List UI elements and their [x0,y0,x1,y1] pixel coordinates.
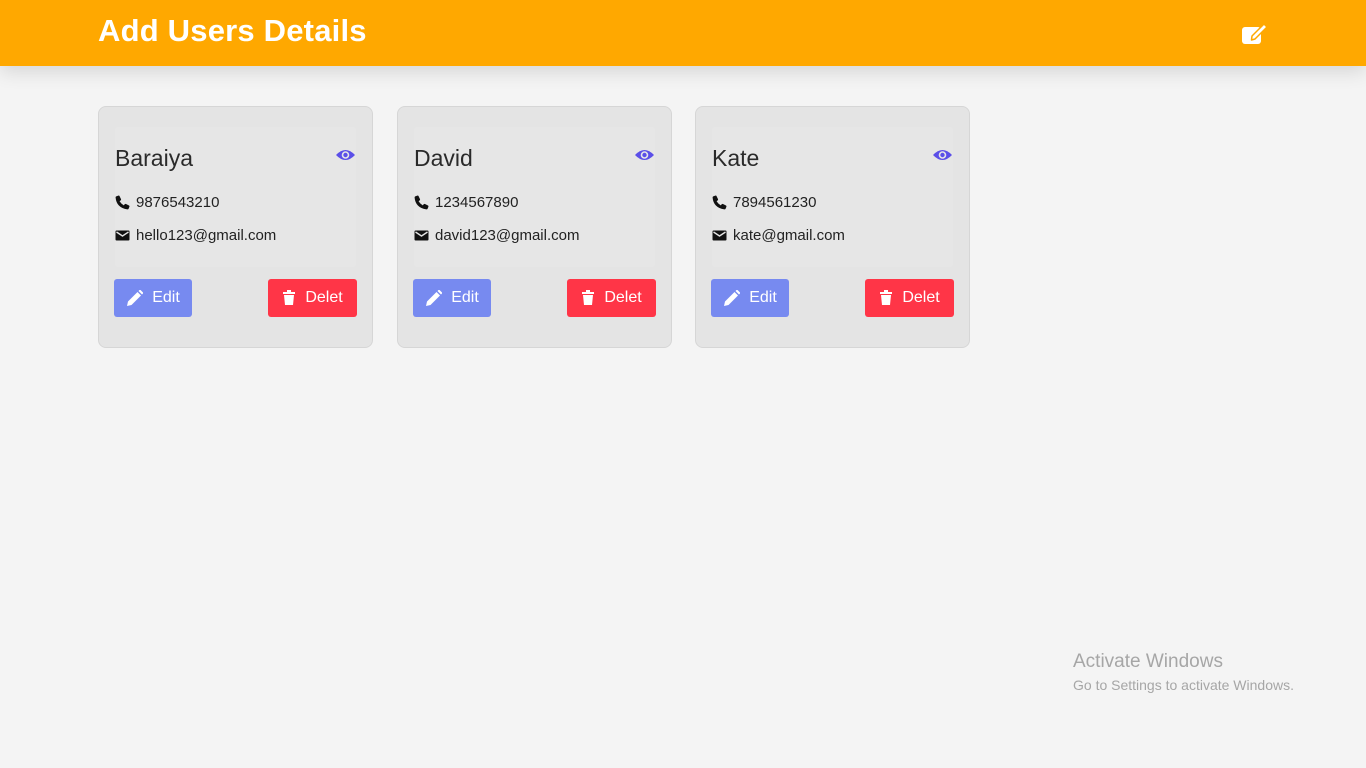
delete-button[interactable]: Delet [865,279,954,317]
delete-button[interactable]: Delet [567,279,656,317]
trash-icon [880,290,893,305]
user-name: Baraiya [115,145,193,171]
phone-number: 7894561230 [733,193,817,211]
edit-button[interactable]: Edit [711,279,789,317]
pencil-icon [127,289,144,306]
phone-row: 7894561230 [712,192,816,212]
email-row: kate@gmail.com [712,225,845,245]
delete-button[interactable]: Delet [268,279,357,317]
user-card: David 1234567890 david123@gmail.com Edit… [397,106,672,348]
pencil-icon [724,289,741,306]
phone-row: 1234567890 [414,192,518,212]
page-title: Add Users Details [98,13,367,48]
user-name: Kate [712,145,760,171]
trash-icon [283,290,296,305]
phone-icon [414,195,429,210]
edit-button[interactable]: Edit [413,279,491,317]
envelope-icon [712,228,727,243]
user-card: Kate 7894561230 kate@gmail.com Edit Dele… [695,106,970,348]
eye-icon[interactable] [335,147,356,163]
eye-icon[interactable] [932,147,953,163]
envelope-icon [115,228,130,243]
edit-label: Edit [152,289,180,306]
user-name: David [414,145,473,171]
phone-number: 1234567890 [435,193,519,211]
envelope-icon [414,228,429,243]
email-address: hello123@gmail.com [136,226,277,244]
phone-row: 9876543210 [115,192,219,212]
user-card: Baraiya 9876543210 hello123@gmail.com Ed… [98,106,373,348]
edit-label: Edit [451,289,479,306]
phone-icon [712,195,727,210]
delete-label: Delet [604,289,642,306]
edit-label: Edit [749,289,777,306]
activation-watermark-title: Activate Windows [1073,651,1223,672]
email-address: david123@gmail.com [435,226,580,244]
email-row: hello123@gmail.com [115,225,276,245]
add-user-icon[interactable] [1239,19,1269,47]
email-address: kate@gmail.com [733,226,845,244]
phone-icon [115,195,130,210]
pencil-icon [426,289,443,306]
activation-watermark-subtitle: Go to Settings to activate Windows. [1073,677,1294,693]
phone-number: 9876543210 [136,193,220,211]
eye-icon[interactable] [634,147,655,163]
delete-label: Delet [902,289,940,306]
app-header: Add Users Details [0,0,1366,66]
delete-label: Delet [305,289,343,306]
email-row: david123@gmail.com [414,225,579,245]
trash-icon [582,290,595,305]
edit-button[interactable]: Edit [114,279,192,317]
